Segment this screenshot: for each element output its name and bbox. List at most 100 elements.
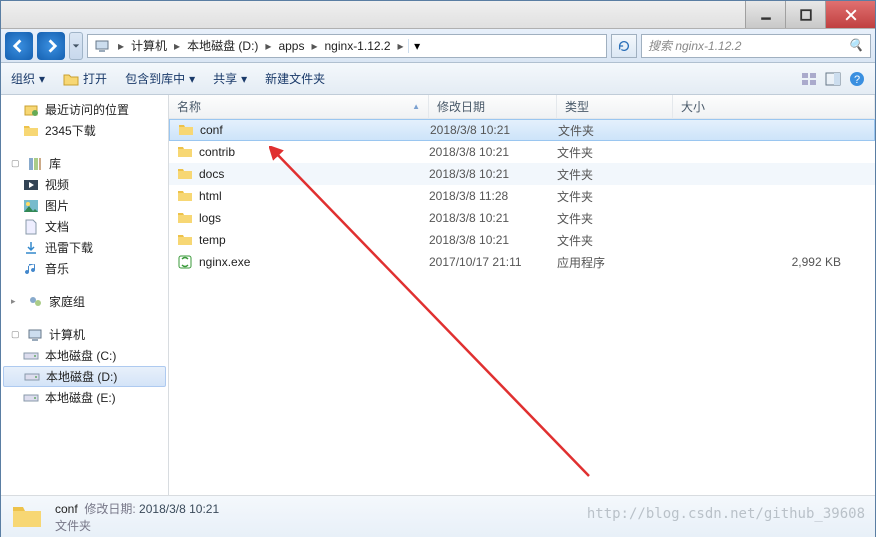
sidebar-item-libraries[interactable]: ▢库 [1, 153, 168, 174]
file-row[interactable]: nginx.exe 2017/10/17 21:11应用程序2,992 KB [169, 251, 875, 273]
file-name: logs [199, 211, 221, 225]
history-dropdown[interactable] [69, 32, 83, 60]
help-icon[interactable]: ? [849, 71, 865, 87]
file-date: 2018/3/8 10:21 [430, 123, 558, 137]
video-icon [23, 177, 39, 193]
file-date: 2018/3/8 10:21 [429, 211, 557, 225]
column-size[interactable]: 大小 [673, 95, 875, 118]
breadcrumb-segment[interactable]: nginx-1.12.2 [322, 35, 394, 57]
open-icon [63, 71, 79, 87]
music-icon [23, 261, 39, 277]
folder-icon [23, 123, 39, 139]
column-date[interactable]: 修改日期 [429, 95, 557, 118]
file-type: 文件夹 [558, 122, 674, 139]
watermark: http://blog.csdn.net/github_39608 [587, 506, 865, 522]
download-icon [23, 240, 39, 256]
file-type: 文件夹 [557, 188, 673, 205]
file-row[interactable]: temp 2018/3/8 10:21文件夹 [169, 229, 875, 251]
breadcrumb-segment[interactable]: apps [275, 35, 307, 57]
details-type: 文件夹 [55, 517, 219, 534]
sidebar-item-drive-e[interactable]: 本地磁盘 (E:) [1, 387, 168, 408]
file-date: 2018/3/8 10:21 [429, 167, 557, 181]
file-name: nginx.exe [199, 255, 250, 269]
organize-menu[interactable]: 组织 ▾ [11, 70, 45, 87]
chevron-right-icon: ▸ [114, 39, 128, 53]
toolbar: 组织 ▾ 打开 包含到库中 ▾ 共享 ▾ 新建文件夹 ? [1, 63, 875, 95]
file-row[interactable]: conf 2018/3/8 10:21文件夹 [169, 119, 875, 141]
file-date: 2017/10/17 21:11 [429, 255, 557, 269]
sidebar-item-video[interactable]: 视频 [1, 174, 168, 195]
computer-icon [27, 327, 43, 343]
sidebar-item-recent[interactable]: 最近访问的位置 [1, 99, 168, 120]
svg-text:?: ? [854, 74, 860, 86]
folder-icon [11, 501, 43, 533]
homegroup-icon [27, 294, 43, 310]
view-options-icon[interactable] [801, 71, 817, 87]
minimize-button[interactable] [745, 1, 785, 28]
drive-icon [23, 348, 39, 364]
details-meta-label: 修改日期: [84, 502, 135, 516]
file-row[interactable]: contrib 2018/3/8 10:21文件夹 [169, 141, 875, 163]
expand-icon[interactable]: ▢ [11, 329, 21, 340]
file-type: 文件夹 [557, 144, 673, 161]
explorer-window: ▸ 计算机▸ 本地磁盘 (D:)▸ apps▸ nginx-1.12.2▸ ▾ … [0, 0, 876, 537]
breadcrumb-segment[interactable]: 计算机 [128, 35, 170, 57]
sort-indicator-icon: ▲ [412, 102, 420, 111]
recent-icon [23, 102, 39, 118]
maximize-button[interactable] [785, 1, 825, 28]
file-row[interactable]: logs2018/3/8 10:21文件夹 [169, 207, 875, 229]
collapse-icon[interactable]: ▢ [11, 158, 21, 169]
file-name: conf [200, 123, 223, 137]
search-icon: 🔍 [848, 38, 864, 54]
back-button[interactable] [5, 32, 33, 60]
pictures-icon [23, 198, 39, 214]
sidebar-item-pictures[interactable]: 图片 [1, 195, 168, 216]
preview-pane-icon[interactable] [825, 71, 841, 87]
file-name: temp [199, 233, 226, 247]
file-size: 2,992 KB [673, 255, 875, 269]
column-headers: 名称▲ 修改日期 类型 大小 [169, 95, 875, 119]
file-type: 文件夹 [557, 166, 673, 183]
file-type: 文件夹 [557, 232, 673, 249]
navigation-pane: 最近访问的位置 2345下载 ▢库 视频 图片 文档 迅雷下载 音乐 ▸家庭组 … [1, 95, 169, 495]
share-menu[interactable]: 共享 ▾ [213, 70, 247, 87]
forward-button[interactable] [37, 32, 65, 60]
file-view: 名称▲ 修改日期 类型 大小 conf2018/3/8 10:21文件夹cont… [169, 95, 875, 495]
file-type: 应用程序 [557, 254, 673, 271]
details-name: conf [55, 502, 78, 516]
sidebar-item-homegroup[interactable]: ▸家庭组 [1, 291, 168, 312]
file-name: html [199, 189, 222, 203]
search-input[interactable]: 搜索 nginx-1.12.2 🔍 [641, 34, 871, 58]
breadcrumb-segment[interactable]: 本地磁盘 (D:) [184, 35, 261, 57]
address-dropdown[interactable]: ▾ [408, 39, 426, 53]
address-bar[interactable]: ▸ 计算机▸ 本地磁盘 (D:)▸ apps▸ nginx-1.12.2▸ ▾ [87, 34, 607, 58]
drive-icon [24, 369, 40, 385]
file-date: 2018/3/8 10:21 [429, 145, 557, 159]
file-date: 2018/3/8 10:21 [429, 233, 557, 247]
file-name: contrib [199, 145, 235, 159]
column-type[interactable]: 类型 [557, 95, 673, 118]
sidebar-item-computer[interactable]: ▢计算机 [1, 324, 168, 345]
sidebar-item-music[interactable]: 音乐 [1, 258, 168, 279]
sidebar-item-documents[interactable]: 文档 [1, 216, 168, 237]
sidebar-item-2345[interactable]: 2345下载 [1, 120, 168, 141]
library-icon [27, 156, 43, 172]
titlebar [1, 1, 875, 29]
close-button[interactable] [825, 1, 875, 28]
drive-icon [23, 390, 39, 406]
sidebar-item-drive-d[interactable]: 本地磁盘 (D:) [3, 366, 166, 387]
computer-icon [94, 38, 110, 54]
sidebar-item-xunlei[interactable]: 迅雷下载 [1, 237, 168, 258]
file-row[interactable]: docs 2018/3/8 10:21文件夹 [169, 163, 875, 185]
include-menu[interactable]: 包含到库中 ▾ [125, 70, 195, 87]
column-name[interactable]: 名称▲ [169, 95, 429, 118]
search-placeholder: 搜索 nginx-1.12.2 [648, 37, 741, 54]
document-icon [23, 219, 39, 235]
sidebar-item-drive-c[interactable]: 本地磁盘 (C:) [1, 345, 168, 366]
refresh-button[interactable] [611, 34, 637, 58]
file-row[interactable]: html2018/3/8 11:28文件夹 [169, 185, 875, 207]
new-folder-button[interactable]: 新建文件夹 [265, 70, 325, 87]
file-name: docs [199, 167, 224, 181]
file-list[interactable]: conf2018/3/8 10:21文件夹contrib2018/3/8 10:… [169, 119, 875, 495]
open-button[interactable]: 打开 [63, 70, 107, 87]
